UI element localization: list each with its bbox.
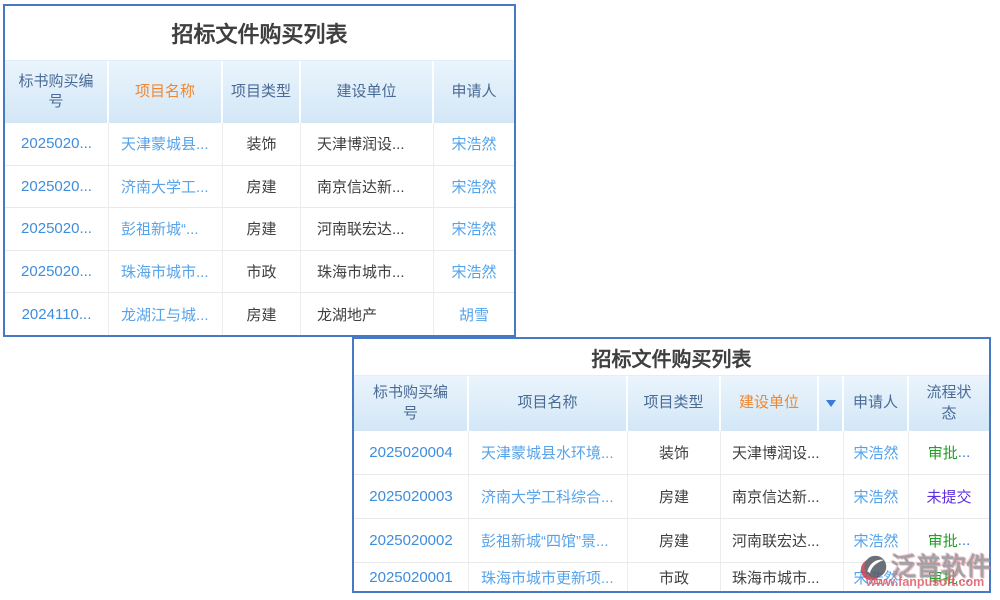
construction-unit-cell: 天津博润设... [301, 123, 434, 165]
construction-unit-cell: 龙湖地产 [301, 293, 434, 335]
table-body: 2025020... 天津蒙城县... 装饰 天津博润设... 宋浩然 2025… [5, 123, 514, 335]
applicant-link[interactable]: 宋浩然 [853, 530, 898, 551]
project-name-link[interactable]: 珠海市城市... [121, 261, 209, 282]
status-link[interactable]: 未提交 [926, 486, 971, 507]
caret-down-icon [826, 400, 836, 407]
purchase-no-link[interactable]: 2025020003 [369, 488, 452, 505]
table-row: 2024110... 龙湖江与城... 房建 龙湖地产 胡雪 [5, 292, 514, 335]
project-name-link[interactable]: 济南大学工科综合... [481, 486, 614, 507]
col-header-project-name[interactable]: 项目名称 [469, 376, 628, 431]
table-row: 2025020... 彭祖新城“... 房建 河南联宏达... 宋浩然 [5, 207, 514, 250]
construction-unit-cell: 河南联宏达... [721, 519, 844, 562]
table-title-text: 招标文件购买列表 [592, 343, 752, 372]
col-header-construction-unit[interactable]: 建设单位 [301, 61, 434, 123]
col-header-flow-status[interactable]: 流程状态 [909, 376, 989, 431]
table-row: 2025020003 济南大学工科综合... 房建 南京信达新... 宋浩然 未… [354, 474, 989, 518]
purchase-no-link[interactable]: 2025020... [21, 135, 92, 152]
table-title: 招标文件购买列表 [5, 6, 514, 61]
construction-unit-cell: 珠海市城市... [301, 251, 434, 293]
project-type-cell: 市政 [628, 563, 721, 591]
col-header-project-name[interactable]: 项目名称 [109, 61, 223, 123]
applicant-link[interactable]: 宋浩然 [451, 218, 496, 239]
purchase-list-table-front: 招标文件购买列表 标书购买编号 项目名称 项目类型 建设单位 申请人 20250… [3, 4, 516, 337]
construction-unit-cell: 南京信达新... [721, 475, 844, 518]
applicant-link[interactable]: 宋浩然 [451, 133, 496, 154]
applicant-link[interactable]: 宋浩然 [853, 442, 898, 463]
purchase-no-link[interactable]: 2025020... [21, 220, 92, 237]
project-name-link[interactable]: 彭祖新城“... [121, 218, 199, 239]
applicant-link[interactable]: 宋浩然 [451, 261, 496, 282]
project-name-link[interactable]: 济南大学工... [121, 176, 209, 197]
table-header-row: 标书购买编号 项目名称 项目类型 建设单位 申请人 [5, 61, 514, 123]
col-header-purchase-no[interactable]: 标书购买编号 [5, 61, 109, 123]
applicant-link[interactable]: 宋浩然 [451, 176, 496, 197]
project-type-cell: 装饰 [223, 123, 301, 165]
table-title: 招标文件购买列表 [354, 339, 989, 376]
project-type-cell: 房建 [223, 208, 301, 250]
status-ellipsis: ... [958, 444, 971, 461]
table-header-row: 标书购买编号 项目名称 项目类型 建设单位 申请人 流程状态 [354, 376, 989, 431]
purchase-no-link[interactable]: 2025020... [21, 178, 92, 195]
col-header-applicant[interactable]: 申请人 [844, 376, 909, 431]
status-link[interactable]: 审批 [928, 442, 958, 463]
table-row: 2025020004 天津蒙城县水环境... 装饰 天津博润设... 宋浩然 审… [354, 431, 989, 474]
project-type-cell: 房建 [628, 475, 721, 518]
col-header-construction-unit[interactable]: 建设单位 [721, 376, 844, 431]
project-type-cell: 装饰 [628, 431, 721, 474]
project-type-cell: 市政 [223, 251, 301, 293]
table-row: 2025020... 济南大学工... 房建 南京信达新... 宋浩然 [5, 165, 514, 208]
purchase-no-link[interactable]: 2025020002 [369, 532, 452, 549]
col-header-project-type[interactable]: 项目类型 [628, 376, 721, 431]
applicant-link[interactable]: 宋浩然 [853, 486, 898, 507]
project-type-cell: 房建 [223, 293, 301, 335]
status-link[interactable]: 审批 [928, 567, 958, 588]
project-type-cell: 房建 [628, 519, 721, 562]
project-type-cell: 房建 [223, 166, 301, 208]
status-link[interactable]: 审批 [928, 530, 958, 551]
table-body: 2025020004 天津蒙城县水环境... 装饰 天津博润设... 宋浩然 审… [354, 431, 989, 591]
purchase-list-table-back: 招标文件购买列表 标书购买编号 项目名称 项目类型 建设单位 申请人 流程状态 … [352, 337, 991, 593]
construction-unit-cell: 天津博润设... [721, 431, 844, 474]
project-name-link[interactable]: 天津蒙城县... [121, 133, 209, 154]
project-name-link[interactable]: 龙湖江与城... [121, 304, 209, 325]
purchase-no-link[interactable]: 2025020004 [369, 444, 452, 461]
purchase-no-link[interactable]: 2025020... [21, 263, 92, 280]
unit-filter-dropdown[interactable] [817, 376, 842, 431]
construction-unit-cell: 河南联宏达... [301, 208, 434, 250]
construction-unit-cell: 珠海市城市... [721, 563, 844, 591]
status-ellipsis: ... [958, 532, 971, 549]
applicant-link[interactable]: 宋浩然 [853, 567, 898, 588]
construction-unit-cell: 南京信达新... [301, 166, 434, 208]
table-row: 2025020... 天津蒙城县... 装饰 天津博润设... 宋浩然 [5, 123, 514, 165]
purchase-no-link[interactable]: 2025020001 [369, 569, 452, 586]
table-row: 2025020002 彭祖新城“四馆”景... 房建 河南联宏达... 宋浩然 … [354, 518, 989, 562]
applicant-link[interactable]: 胡雪 [459, 304, 489, 325]
table-row: 2025020001 珠海市城市更新项... 市政 珠海市城市... 宋浩然 审… [354, 562, 989, 591]
col-header-purchase-no[interactable]: 标书购买编号 [354, 376, 469, 431]
project-name-link[interactable]: 彭祖新城“四馆”景... [481, 530, 609, 551]
col-header-unit-label: 建设单位 [721, 376, 817, 431]
table-title-text: 招标文件购买列表 [171, 17, 347, 49]
col-header-applicant[interactable]: 申请人 [434, 61, 514, 123]
project-name-link[interactable]: 珠海市城市更新项... [481, 567, 614, 588]
table-row: 2025020... 珠海市城市... 市政 珠海市城市... 宋浩然 [5, 250, 514, 293]
col-header-project-type[interactable]: 项目类型 [223, 61, 301, 123]
status-ellipsis: ... [958, 569, 971, 586]
project-name-link[interactable]: 天津蒙城县水环境... [481, 442, 614, 463]
purchase-no-link[interactable]: 2024110... [22, 306, 92, 323]
